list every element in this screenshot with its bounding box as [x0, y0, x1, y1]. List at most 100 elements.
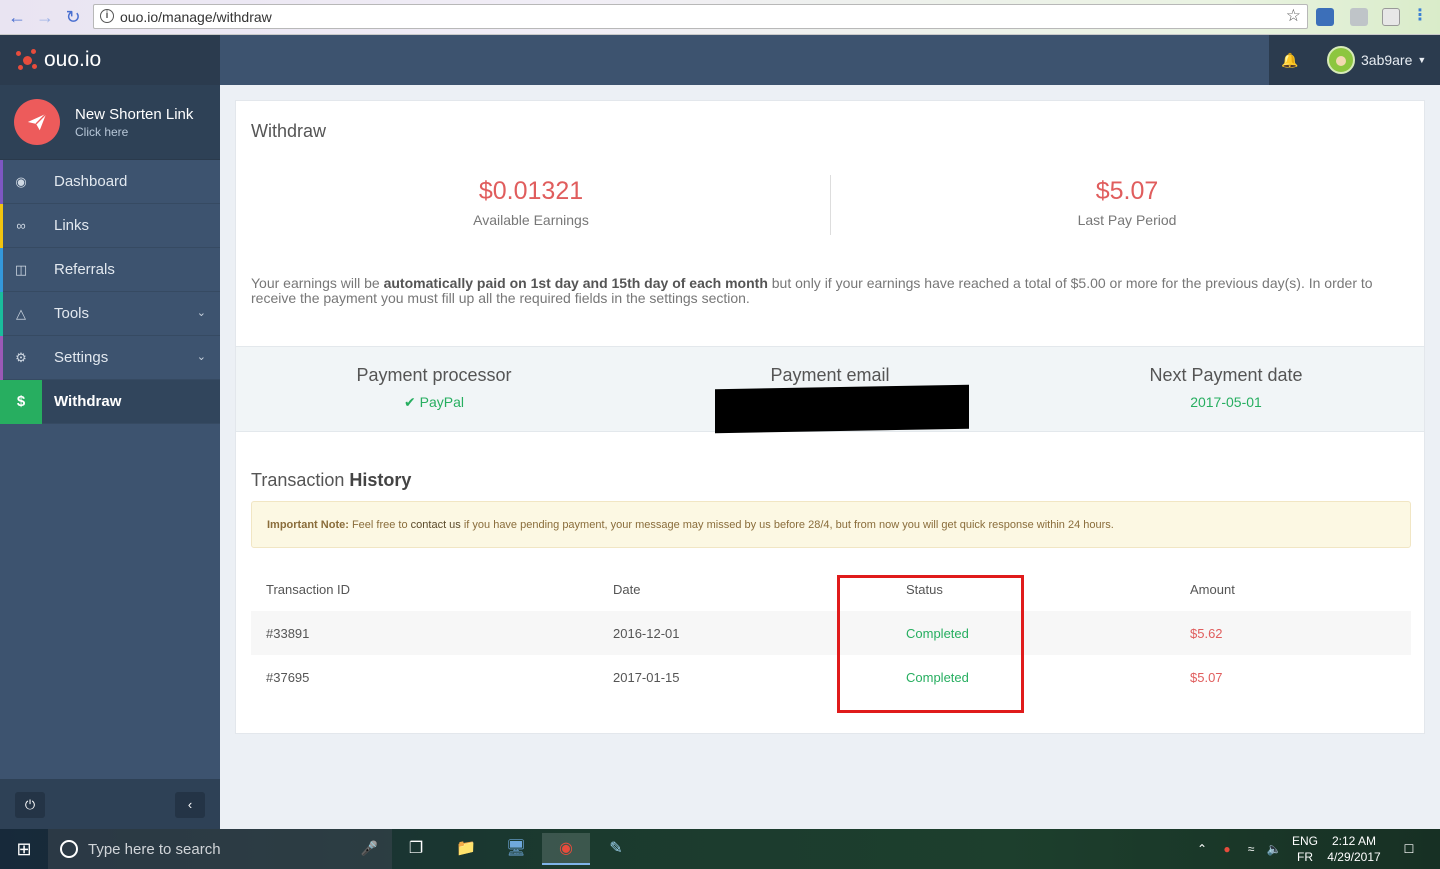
flask-icon: △	[16, 305, 26, 321]
sidebar-item-label: Referrals	[54, 261, 115, 278]
info-icon[interactable]: i	[100, 9, 114, 23]
bookmark-star-icon[interactable]: ☆	[1286, 6, 1301, 26]
last-pay-period: $5.07 Last Pay Period	[832, 177, 1422, 228]
payment-notice: Your earnings will be automatically paid…	[251, 276, 1411, 306]
sidebar-item-label: Tools	[54, 305, 90, 322]
network-app-icon[interactable]: 🖥	[492, 833, 540, 865]
shorten-subtitle: Click here	[75, 124, 129, 139]
divider	[830, 175, 831, 235]
contact-us-link[interactable]: contact us	[411, 519, 461, 531]
important-note-alert: Important Note: Feel free to contact us …	[251, 501, 1411, 548]
payment-processor-heading: Payment processor	[356, 365, 512, 385]
brand-name[interactable]: ouo.io	[44, 48, 101, 72]
user-name: 3ab9are	[1361, 52, 1413, 68]
clock-time: 2:12 AM	[1331, 834, 1377, 848]
language-top: ENG	[1291, 834, 1318, 848]
payment-processor-value: PayPal	[419, 394, 464, 410]
available-earnings-value: $0.01321	[478, 177, 584, 205]
link-icon: ∞	[16, 218, 26, 233]
extension-icon[interactable]	[1350, 8, 1368, 26]
logo-icon	[16, 49, 38, 71]
redacted-email	[715, 384, 969, 434]
top-navbar: 🔔 3ab9are ▼	[220, 35, 1440, 85]
wifi-icon[interactable]: ≈	[1240, 829, 1262, 869]
chevron-down-icon: ⌄	[196, 351, 206, 363]
sidebar-item-tools[interactable]: △ Tools ⌄	[0, 292, 220, 336]
clock-date: 4/29/2017	[1327, 850, 1381, 864]
columns-icon: ◫	[14, 261, 28, 277]
sidebar-item-withdraw[interactable]: $ Withdraw	[0, 379, 220, 424]
user-menu[interactable]: 3ab9are ▼	[1311, 35, 1440, 85]
column-header: Date	[613, 582, 641, 597]
file-explorer-icon[interactable]: 📁	[442, 833, 490, 865]
payment-info-band: Payment processor ✔ PayPal Payment email…	[236, 346, 1424, 434]
address-url[interactable]: ouo.io/manage/withdraw	[120, 9, 272, 25]
title-bold: History	[349, 470, 412, 490]
sidebar-item-links[interactable]: ∞ Links	[0, 204, 220, 248]
sidebar-item-dashboard[interactable]: ◉ Dashboard	[0, 160, 220, 204]
next-payment-date: Next Payment date 2017-05-01	[1028, 365, 1424, 410]
antivirus-icon[interactable]: ●	[1218, 829, 1236, 869]
check-icon: ✔	[404, 394, 416, 410]
clock[interactable]: 2:12 AM 4/29/2017	[1322, 829, 1386, 869]
table-row: #33891 2016-12-01 Completed $5.62	[251, 611, 1411, 655]
page-title: Withdraw	[251, 121, 327, 141]
bell-icon[interactable]: 🔔	[1269, 35, 1311, 85]
new-shorten-link-button[interactable]: New Shorten Link Click here	[0, 85, 220, 160]
notice-text: Your earnings will be	[251, 275, 384, 291]
transaction-id: #33891	[266, 626, 310, 641]
avatar	[1327, 46, 1355, 74]
column-header: Amount	[1190, 582, 1235, 597]
address-bar[interactable]: i ouo.io/manage/withdraw ☆	[93, 4, 1308, 29]
title-light: Transaction	[251, 470, 350, 490]
dashboard-icon: ◉	[15, 173, 27, 189]
notifications-icon[interactable]: ☐	[1394, 829, 1424, 869]
chrome-icon[interactable]: ◉	[542, 833, 590, 865]
notice-bold-text: automatically paid on 1st day and 15th d…	[383, 275, 768, 291]
chevron-down-icon: ⌄	[196, 307, 206, 319]
transaction-id: #37695	[266, 670, 310, 685]
last-pay-period-label: Last Pay Period	[1077, 212, 1177, 228]
transaction-date: 2017-01-15	[613, 670, 680, 685]
extension-icon[interactable]	[1316, 8, 1334, 26]
power-icon[interactable]: ⏻	[15, 792, 45, 818]
status-highlight-box	[837, 575, 1024, 713]
caret-down-icon: ▼	[1417, 55, 1427, 65]
sidebar-item-label: Dashboard	[54, 173, 128, 190]
volume-icon[interactable]: 🔈	[1264, 829, 1284, 869]
show-hidden-icons[interactable]: ⌃	[1192, 829, 1212, 869]
language-indicator[interactable]: ENG FR	[1288, 829, 1322, 869]
microphone-icon[interactable]: 🎤	[361, 840, 378, 857]
withdraw-panel: Withdraw $0.01321 Available Earnings $5.…	[235, 100, 1425, 734]
reload-icon[interactable]: ↻	[62, 6, 84, 28]
logo-bar: ouo.io	[0, 35, 220, 85]
taskbar-search[interactable]: Type here to search 🎤	[48, 829, 392, 869]
browser-menu-icon[interactable]: ⋮	[1412, 6, 1428, 26]
notepad-icon[interactable]: ✎	[592, 833, 640, 865]
transaction-date: 2016-12-01	[613, 626, 680, 641]
sidebar-item-label: Settings	[54, 349, 109, 366]
sidebar: ouo.io New Shorten Link Click here ◉ Das…	[0, 35, 220, 829]
alert-text: if you have pending payment, your messag…	[460, 519, 1114, 531]
windows-taskbar: ⊞ Type here to search 🎤 ❐ 📁 🖥 ◉ ✎ ⌃ ● ≈ …	[0, 829, 1440, 869]
column-header: Transaction ID	[266, 582, 351, 597]
task-view-icon[interactable]: ❐	[392, 833, 440, 865]
collapse-sidebar-icon[interactable]: ‹	[175, 792, 205, 818]
sidebar-item-settings[interactable]: ⚙ Settings ⌄	[0, 336, 220, 380]
extension-off-icon[interactable]	[1382, 8, 1400, 26]
forward-arrow-icon[interactable]: →	[34, 6, 56, 28]
windows-start-icon[interactable]: ⊞	[0, 829, 48, 869]
available-earnings-label: Available Earnings	[473, 212, 589, 228]
gear-icon: ⚙	[15, 349, 27, 365]
cortana-icon	[60, 840, 78, 858]
next-payment-value: 2017-05-01	[1190, 394, 1262, 410]
dollar-icon: $	[0, 379, 42, 424]
search-placeholder: Type here to search	[88, 840, 221, 858]
transaction-table: Transaction ID Date Status Amount #33891…	[251, 567, 1411, 699]
sidebar-item-label: Withdraw	[54, 393, 122, 410]
back-arrow-icon[interactable]: ←	[6, 6, 28, 28]
available-earnings: $0.01321 Available Earnings	[236, 177, 826, 228]
sidebar-item-referrals[interactable]: ◫ Referrals	[0, 248, 220, 292]
transaction-amount: $5.07	[1190, 670, 1223, 685]
last-pay-period-value: $5.07	[1095, 177, 1159, 205]
